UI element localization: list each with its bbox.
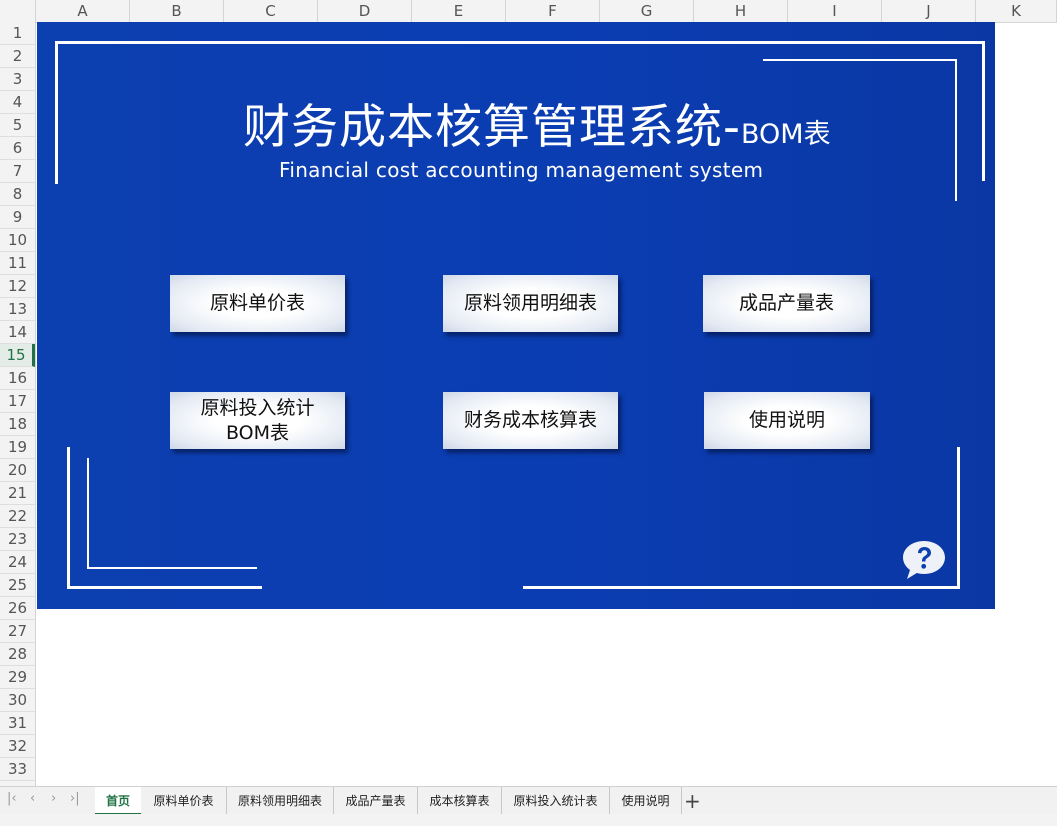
add-sheet-icon[interactable]: + <box>684 789 701 813</box>
dashboard-title: 财务成本核算管理系统-BOM表 <box>243 88 883 157</box>
row-header-25[interactable]: 25 <box>0 574 35 597</box>
row-header-33[interactable]: 33 <box>0 758 35 781</box>
row-header-30[interactable]: 30 <box>0 689 35 712</box>
raw-price-button[interactable]: 原料单价表 <box>170 275 345 332</box>
frame-bottom-left-line <box>67 447 70 589</box>
column-header-d[interactable]: D <box>318 0 412 22</box>
select-all-corner[interactable] <box>0 0 36 22</box>
row-header-24[interactable]: 24 <box>0 551 35 574</box>
column-header-g[interactable]: G <box>600 0 694 22</box>
row-header-23[interactable]: 23 <box>0 528 35 551</box>
tab-cost-calc[interactable]: 成本核算表 <box>418 787 502 815</box>
frame-top-left-line <box>55 41 58 184</box>
row-header-17[interactable]: 17 <box>0 390 35 413</box>
row-header-26[interactable]: 26 <box>0 597 35 620</box>
frame-inner-bottom-line <box>87 567 257 569</box>
tab-raw-price[interactable]: 原料单价表 <box>141 787 227 815</box>
last-sheet-icon[interactable]: ›| <box>70 791 80 806</box>
tab-home[interactable]: 首页 <box>95 787 141 815</box>
row-header-15[interactable]: 15 <box>0 344 35 367</box>
row-header-4[interactable]: 4 <box>0 91 35 114</box>
row-header-13[interactable]: 13 <box>0 298 35 321</box>
column-header-e[interactable]: E <box>412 0 506 22</box>
row-header-22[interactable]: 22 <box>0 505 35 528</box>
row-header-31[interactable]: 31 <box>0 712 35 735</box>
row-header-1[interactable]: 1 <box>0 22 35 45</box>
frame-bottom-right-line <box>957 447 960 589</box>
raw-input-bom-button[interactable]: 原料投入统计 BOM表 <box>170 392 345 449</box>
raw-input-bom-label-2: BOM表 <box>225 421 290 444</box>
row-header-9[interactable]: 9 <box>0 206 35 229</box>
row-header-10[interactable]: 10 <box>0 229 35 252</box>
frame-inner-left-line <box>87 458 89 569</box>
row-header-14[interactable]: 14 <box>0 321 35 344</box>
row-header-21[interactable]: 21 <box>0 482 35 505</box>
row-header-19[interactable]: 19 <box>0 436 35 459</box>
prev-sheet-icon[interactable]: ‹ <box>30 791 35 806</box>
status-bar <box>0 814 1057 826</box>
tab-raw-usage[interactable]: 原料领用明细表 <box>227 787 334 815</box>
instructions-button[interactable]: 使用说明 <box>704 392 870 449</box>
frame-inner-top-line <box>763 59 957 61</box>
row-header-5[interactable]: 5 <box>0 114 35 137</box>
title-main: 财务成本核算管理系统- <box>243 100 741 155</box>
row-header-29[interactable]: 29 <box>0 666 35 689</box>
output-button[interactable]: 成品产量表 <box>703 275 870 332</box>
row-header-7[interactable]: 7 <box>0 160 35 183</box>
row-header-32[interactable]: 32 <box>0 735 35 758</box>
cost-calc-button[interactable]: 财务成本核算表 <box>443 392 618 449</box>
first-sheet-icon[interactable]: |‹ <box>7 791 17 806</box>
row-header-11[interactable]: 11 <box>0 252 35 275</box>
row-header-2[interactable]: 2 <box>0 45 35 68</box>
tab-instructions[interactable]: 使用说明 <box>610 787 682 815</box>
raw-usage-button[interactable]: 原料领用明细表 <box>443 275 618 332</box>
row-header-3[interactable]: 3 <box>0 68 35 91</box>
tab-output[interactable]: 成品产量表 <box>334 787 418 815</box>
title-suffix: BOM表 <box>740 119 831 150</box>
tab-raw-input[interactable]: 原料投入统计表 <box>502 787 610 815</box>
column-header-f[interactable]: F <box>506 0 600 22</box>
frame-top-line <box>55 41 985 44</box>
question-icon[interactable] <box>902 539 946 581</box>
row-header-6[interactable]: 6 <box>0 137 35 160</box>
sheet-tab-bar: |‹ ‹ › ›| 首页 原料单价表 原料领用明细表 成品产量表 成本核算表 原… <box>0 786 1057 815</box>
column-header-a[interactable]: A <box>36 0 130 22</box>
row-header-18[interactable]: 18 <box>0 413 35 436</box>
column-header-i[interactable]: I <box>788 0 882 22</box>
column-header-j[interactable]: J <box>882 0 976 22</box>
raw-input-bom-label-1: 原料投入统计 <box>200 396 315 419</box>
row-header-28[interactable]: 28 <box>0 643 35 666</box>
frame-bottom-line-left <box>67 586 262 589</box>
frame-inner-right-line <box>955 59 957 201</box>
column-header-c[interactable]: C <box>224 0 318 22</box>
dashboard-subtitle: Financial cost accounting management sys… <box>279 158 764 182</box>
row-header-16[interactable]: 16 <box>0 367 35 390</box>
column-header: A B C D E F G H I J K <box>0 0 1057 23</box>
column-header-b[interactable]: B <box>130 0 224 22</box>
dashboard-banner: 财务成本核算管理系统-BOM表 Financial cost accountin… <box>37 22 995 609</box>
next-sheet-icon[interactable]: › <box>51 791 56 806</box>
row-header-20[interactable]: 20 <box>0 459 35 482</box>
row-header-8[interactable]: 8 <box>0 183 35 206</box>
column-header-k[interactable]: K <box>976 0 1057 22</box>
column-header-h[interactable]: H <box>694 0 788 22</box>
row-header-12[interactable]: 12 <box>0 275 35 298</box>
frame-top-right-line <box>982 41 985 181</box>
row-header-27[interactable]: 27 <box>0 620 35 643</box>
row-header: 1 2 3 4 5 6 7 8 9 10 11 12 13 14 15 16 17 18 19 20 21 22 23 24 2… <box>0 22 36 786</box>
frame-bottom-line-right <box>523 586 960 589</box>
